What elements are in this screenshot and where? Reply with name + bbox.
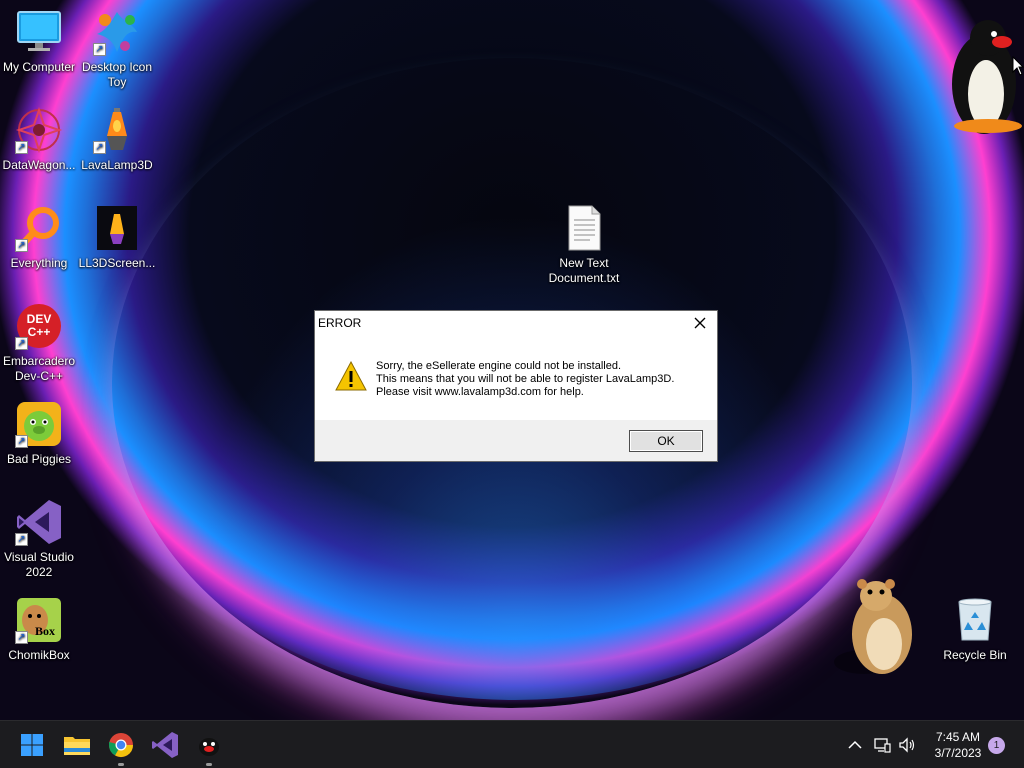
close-icon[interactable] <box>691 314 709 332</box>
desktop-icon-desktop-icon-toy[interactable]: ↗ Desktop Icon Toy <box>78 8 156 90</box>
desktop-icon-label: Embarcadero Dev-C++ <box>2 354 76 383</box>
clock-time: 7:45 AM <box>935 730 981 744</box>
warning-icon <box>335 360 367 391</box>
shortcut-arrow-icon: ↗ <box>93 141 106 154</box>
chomikbox-icon: Box ↗ <box>15 596 63 644</box>
penguin-app-icon <box>199 738 219 756</box>
visual-studio-icon <box>152 732 178 758</box>
dialog-message: Sorry, the eSellerate engine could not b… <box>376 360 674 399</box>
shortcut-arrow-icon: ↗ <box>93 43 106 56</box>
desktop-icon-lavalamp3d[interactable]: ↗ LavaLamp3D <box>78 106 156 173</box>
penguin-desktop-pet[interactable] <box>948 18 1024 140</box>
dialog-message-line: Sorry, the eSellerate engine could not b… <box>376 360 622 372</box>
hamster-desktop-pet[interactable] <box>832 574 920 678</box>
taskbar: 7:45 AM 3/7/2023 1 <box>0 720 1024 768</box>
desktop-icon-label: Everything <box>10 256 68 270</box>
volume-icon[interactable] <box>897 735 917 755</box>
shortcut-arrow-icon: ↗ <box>15 533 28 546</box>
desktop-icon-label: DataWagon... <box>2 158 76 172</box>
desktop-icon-label: My Computer <box>2 60 76 74</box>
notification-badge[interactable]: 1 <box>988 737 1005 754</box>
desktop-icon-my-computer[interactable]: My Computer <box>0 8 78 75</box>
desktop-icon-label: ChomikBox <box>8 648 70 662</box>
clock-date: 3/7/2023 <box>934 746 982 760</box>
file-explorer-icon <box>64 737 90 755</box>
chevron-up-icon[interactable] <box>845 735 865 755</box>
devcpp-logo-text: DEV C++ <box>26 312 52 339</box>
dialog-message-line: This means that you will not be able to … <box>376 373 675 385</box>
desktop-icon-label: Visual Studio 2022 <box>4 550 74 579</box>
chrome-button[interactable] <box>105 729 137 766</box>
dialog-footer: OK <box>315 420 717 461</box>
desktop-icon-everything[interactable]: ↗ Everything <box>0 204 78 271</box>
bad-piggies-icon: ↗ <box>15 400 63 448</box>
desktop-icon-embarcadero-devcpp[interactable]: DEV C++ ↗ Embarcadero Dev-C++ <box>0 302 78 384</box>
desktop-icon-recycle-bin[interactable]: Recycle Bin <box>936 596 1014 663</box>
dialog-body: Sorry, the eSellerate engine could not b… <box>315 339 717 419</box>
visual-studio-icon: ↗ <box>15 498 63 546</box>
desktop-icon-label: Recycle Bin <box>943 648 1007 662</box>
running-indicator <box>118 763 124 766</box>
recycle-bin-icon <box>951 596 999 644</box>
devcpp-icon: DEV C++ ↗ <box>15 302 63 350</box>
desktop-icon-datawagon[interactable]: ↗ DataWagon... <box>0 106 78 173</box>
monitor-icon <box>15 8 63 56</box>
desktop-icon-label: Bad Piggies <box>6 452 72 466</box>
ok-button[interactable]: OK <box>629 430 703 452</box>
desktop-icon-ll3dscreen[interactable]: LL3DScreen... <box>78 204 156 271</box>
desktop-icon-bad-piggies[interactable]: ↗ Bad Piggies <box>0 400 78 467</box>
desktop-icon-label: New Text Document.txt <box>548 256 620 285</box>
dialog-message-line: Please visit www.lavalamp3d.com for help… <box>376 386 584 398</box>
datawagon-icon: ↗ <box>15 106 63 154</box>
shortcut-arrow-icon: ↗ <box>15 435 28 448</box>
desktop-icon-label: LavaLamp3D <box>81 158 153 172</box>
text-file-icon <box>560 204 608 252</box>
mouse-cursor-icon <box>1012 55 1024 76</box>
taskbar-clock[interactable]: 7:45 AM 3/7/2023 <box>926 729 990 761</box>
file-explorer-button[interactable] <box>61 729 93 761</box>
visual-studio-button[interactable] <box>149 729 181 761</box>
desktop-icon-chomikbox[interactable]: Box ↗ ChomikBox <box>0 596 78 663</box>
lava-lamp-icon: ↗ <box>93 106 141 154</box>
desktop-icon-new-text-document[interactable]: New Text Document.txt <box>545 204 623 286</box>
running-indicator <box>206 763 212 766</box>
dialog-title: ERROR <box>318 316 362 330</box>
lava-lamp-screensaver-icon <box>93 204 141 252</box>
error-dialog: ERROR Sorry, the eSellerate engine could… <box>314 310 718 462</box>
chrome-icon <box>109 733 133 758</box>
shortcut-arrow-icon: ↗ <box>15 141 28 154</box>
desktop-icon-label: Desktop Icon Toy <box>81 60 153 89</box>
chomik-logo-text: Box <box>35 624 56 638</box>
magnifier-icon: ↗ <box>15 204 63 252</box>
shortcut-arrow-icon: ↗ <box>15 631 28 644</box>
desktop-icon-toy-icon: ↗ <box>93 8 141 56</box>
shortcut-arrow-icon: ↗ <box>15 239 28 252</box>
desktop-icon-label: LL3DScreen... <box>78 256 156 270</box>
start-icon <box>21 734 43 756</box>
desktop-icon-visual-studio-2022[interactable]: ↗ Visual Studio 2022 <box>0 498 78 580</box>
start-button[interactable] <box>16 729 48 761</box>
shortcut-arrow-icon: ↗ <box>15 337 28 350</box>
network-icon[interactable] <box>872 735 892 755</box>
penguin-app-button[interactable] <box>193 729 225 766</box>
